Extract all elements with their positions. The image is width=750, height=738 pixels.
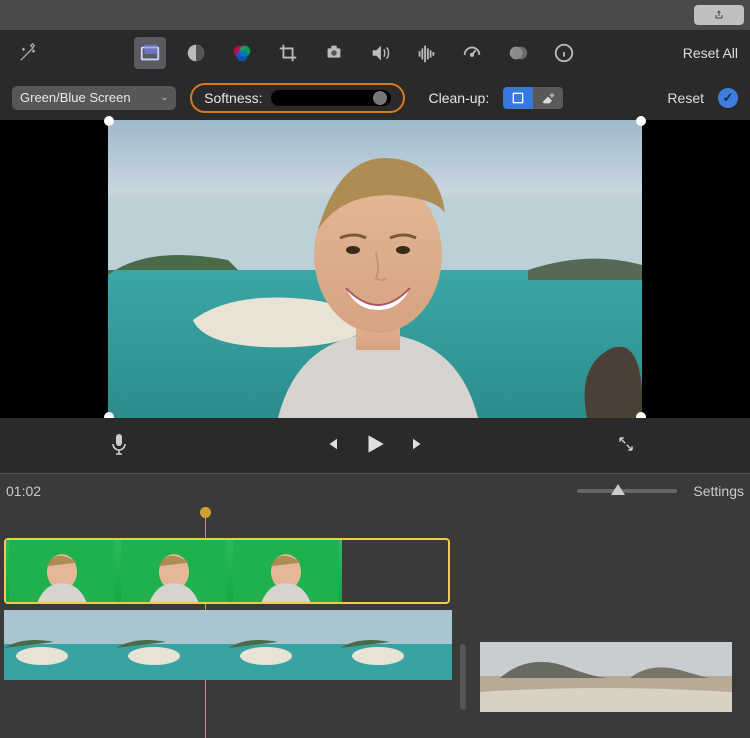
color-correction-icon[interactable] (226, 37, 258, 69)
apply-checkmark-button[interactable]: ✓ (718, 88, 738, 108)
info-icon[interactable] (548, 37, 580, 69)
timeline[interactable] (0, 508, 750, 738)
timecode-display: 01:02 (6, 483, 41, 499)
clip-filter-icon[interactable] (502, 37, 534, 69)
chevron-down-icon: ⌄ (161, 92, 169, 103)
softness-slider-knob[interactable] (373, 91, 387, 105)
cleanup-crop-button[interactable] (503, 87, 533, 109)
previous-frame-button[interactable] (322, 435, 340, 456)
media-clip-rocks[interactable] (480, 642, 732, 712)
video-overlay-icon[interactable] (134, 37, 166, 69)
next-frame-button[interactable] (410, 435, 428, 456)
timeline-zoom-knob[interactable] (611, 484, 625, 495)
speed-icon[interactable] (456, 37, 488, 69)
enhance-wand-icon[interactable] (12, 37, 44, 69)
softness-label: Softness: (204, 90, 262, 106)
crop-icon[interactable] (272, 37, 304, 69)
share-button[interactable] (694, 5, 744, 25)
color-balance-icon[interactable] (180, 37, 212, 69)
softness-slider[interactable] (271, 90, 391, 106)
crop-handle-top-right[interactable] (636, 116, 646, 126)
preview-viewer (0, 120, 750, 418)
clip-gap-handle[interactable] (460, 644, 466, 710)
overlay-mode-value: Green/Blue Screen (20, 90, 131, 105)
crop-handle-top-left[interactable] (104, 116, 114, 126)
reset-button[interactable]: Reset (667, 90, 704, 106)
fullscreen-button[interactable] (617, 435, 635, 456)
timeline-zoom-slider[interactable] (577, 489, 677, 493)
play-button[interactable] (362, 431, 388, 460)
stabilization-icon[interactable] (318, 37, 350, 69)
overlay-clip-greenscreen[interactable] (4, 538, 450, 604)
overlay-mode-dropdown[interactable]: Green/Blue Screen ⌄ (12, 86, 176, 110)
background-clip-beach[interactable] (4, 610, 456, 680)
timeline-settings-button[interactable]: Settings (693, 483, 744, 499)
cleanup-erase-button[interactable] (533, 87, 563, 109)
reset-all-button[interactable]: Reset All (683, 45, 738, 61)
noise-reduction-icon[interactable] (410, 37, 442, 69)
cleanup-label: Clean-up: (429, 90, 490, 106)
voiceover-mic-button[interactable] (110, 432, 128, 459)
volume-icon[interactable] (364, 37, 396, 69)
